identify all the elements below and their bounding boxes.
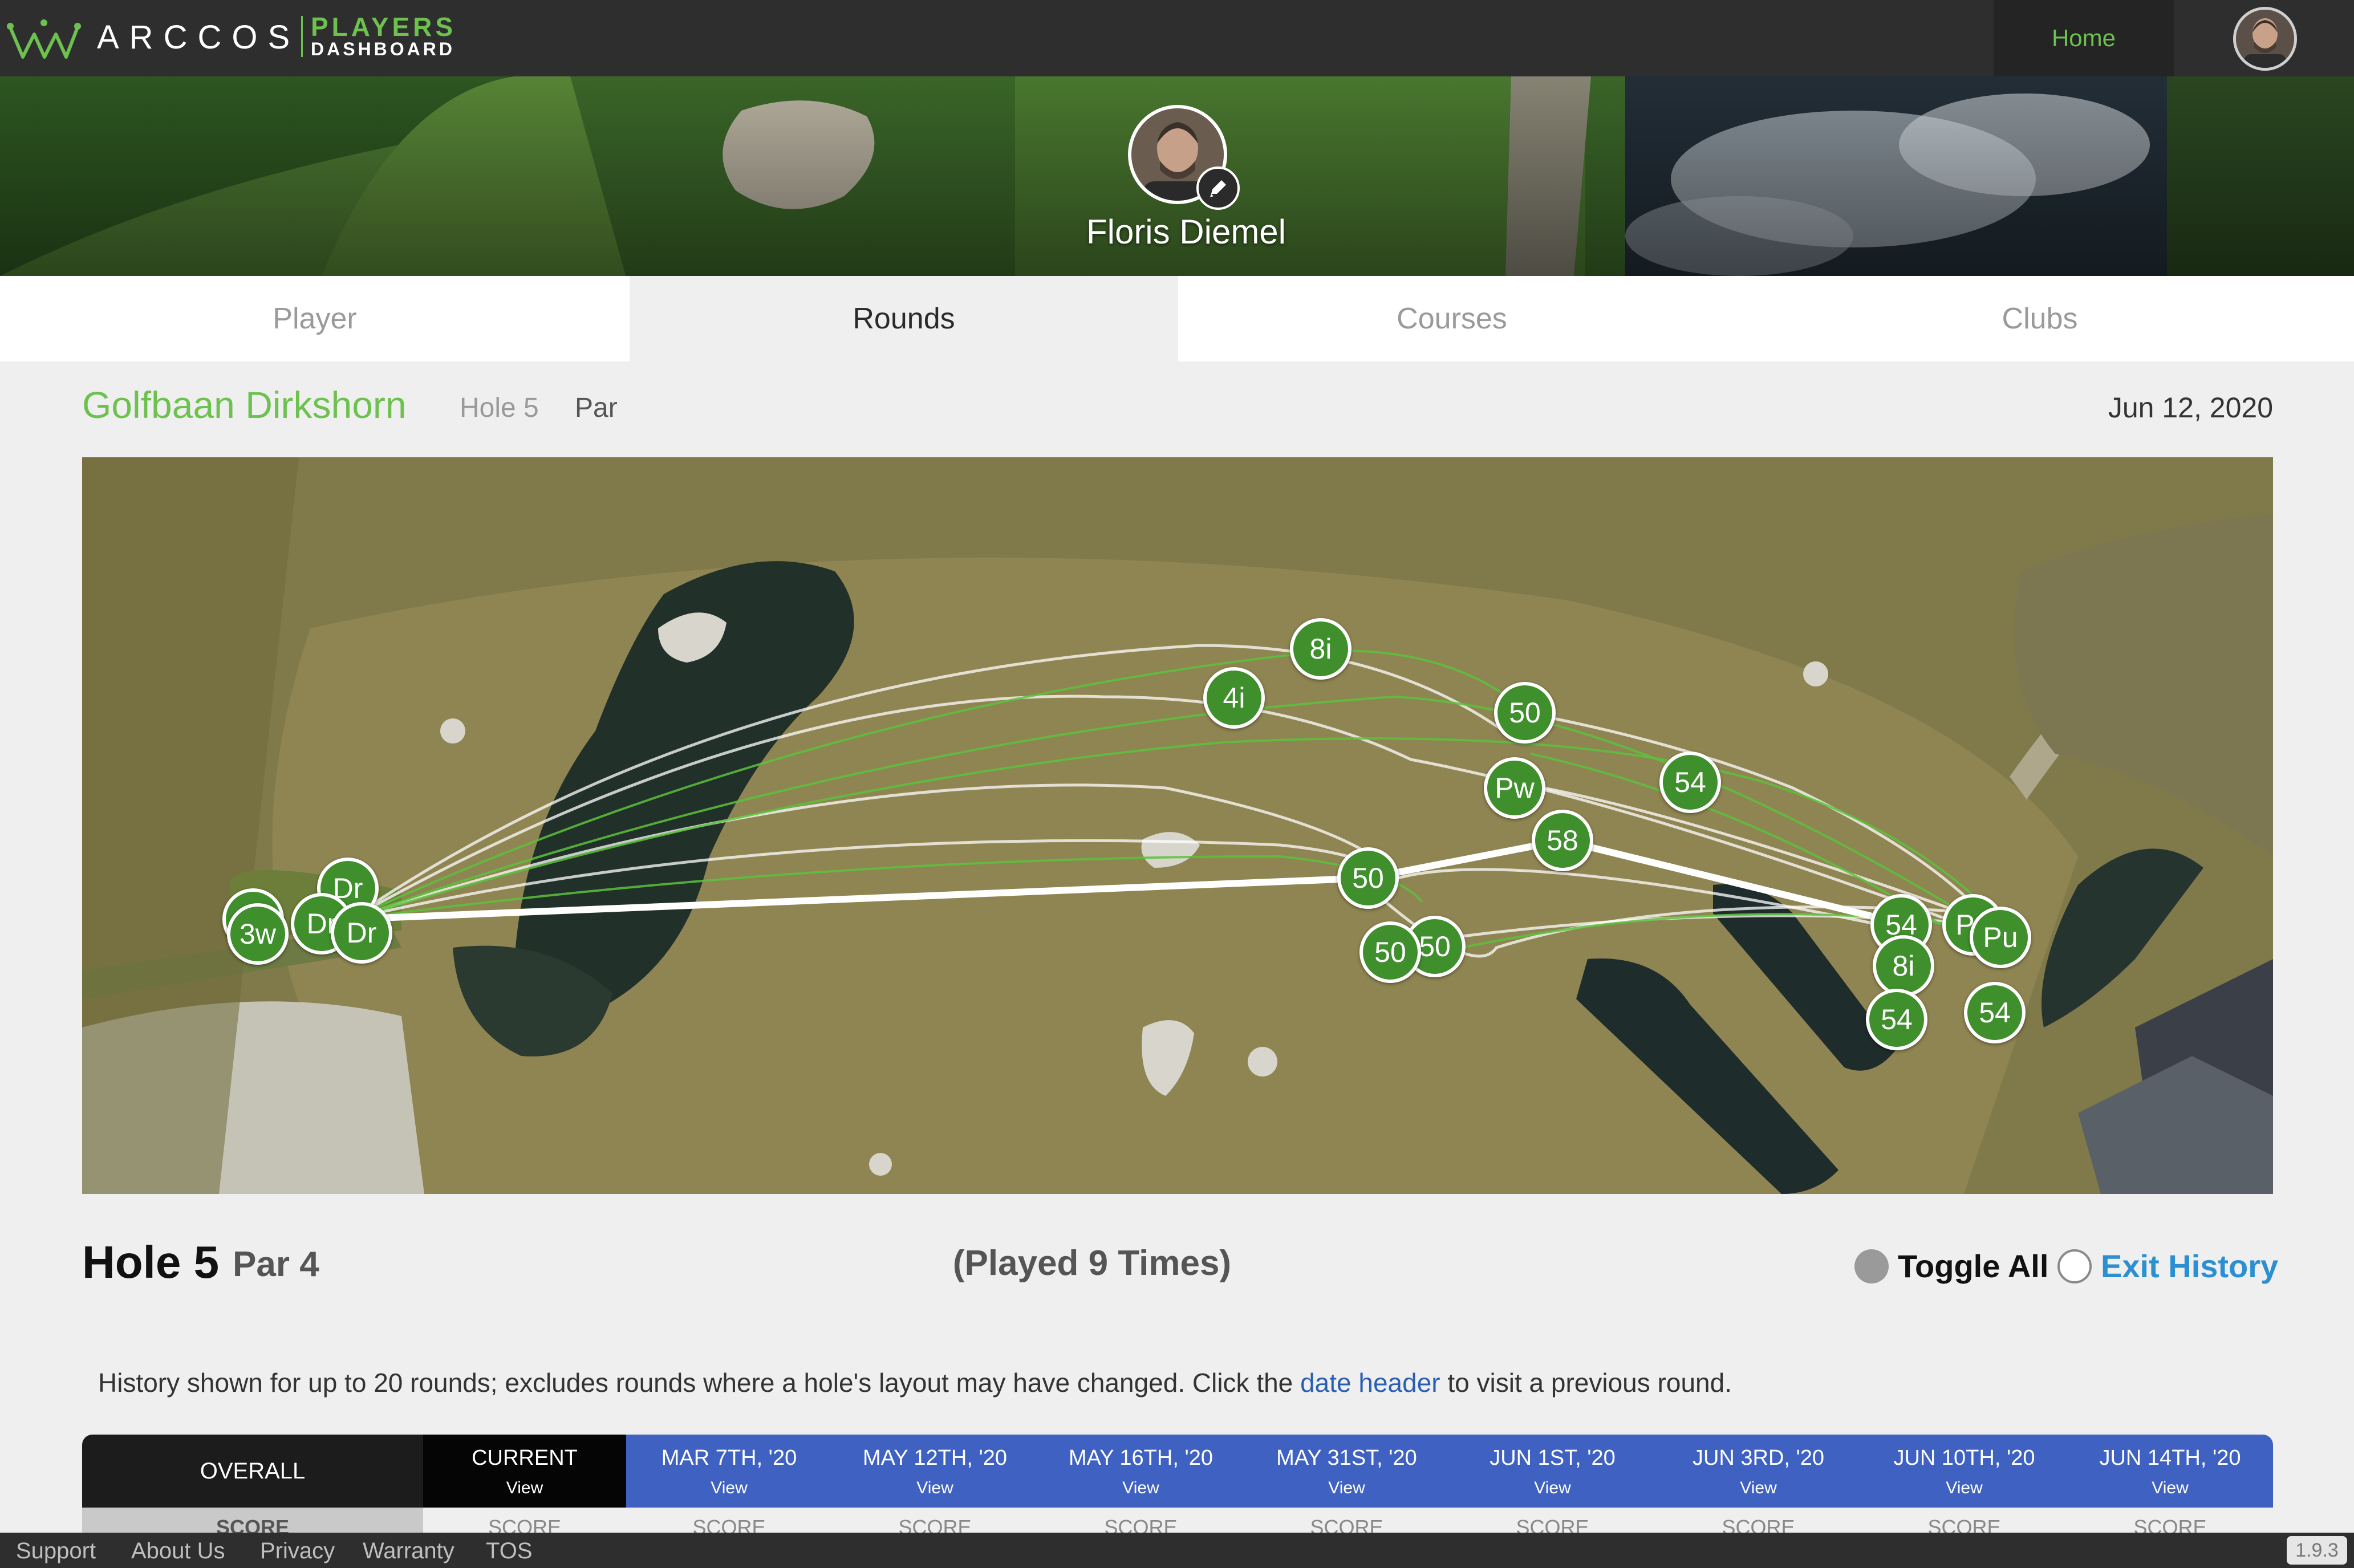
shot-marker[interactable]: 50 — [1337, 847, 1399, 909]
round-date-header[interactable]: MAY 31ST, '20 View — [1244, 1435, 1450, 1508]
round-date-header[interactable]: JUN 10TH, '20 View — [1861, 1435, 2067, 1508]
toggle-all-label[interactable]: Toggle All — [1898, 1248, 2048, 1285]
shot-marker[interactable]: Dr — [331, 902, 392, 964]
round-date-label[interactable]: MAR 7TH, '20 — [626, 1446, 832, 1470]
shot-marker[interactable]: 54 — [1866, 989, 1927, 1050]
round-date-header[interactable]: JUN 14TH, '20 View — [2067, 1435, 2273, 1508]
shot-marker[interactable]: Pu — [1970, 907, 2031, 968]
brand-product-subtitle: DASHBOARD — [311, 39, 455, 59]
overall-header: OVERALL — [82, 1435, 423, 1508]
shot-marker[interactable]: 8i — [1290, 618, 1351, 680]
round-date-label[interactable]: MAY 12TH, '20 — [832, 1446, 1038, 1470]
round-date-header[interactable]: MAR 7TH, '20 View — [626, 1435, 832, 1508]
footer-link-warranty[interactable]: Warranty — [363, 1538, 454, 1564]
round-view-link[interactable]: View — [1244, 1478, 1450, 1498]
round-date-label[interactable]: JUN 14TH, '20 — [2067, 1446, 2273, 1470]
round-view-link[interactable]: View — [1450, 1478, 1655, 1498]
score-cell: SCORE — [1104, 1516, 1178, 1535]
arccos-crown-logo-icon[interactable] — [7, 15, 81, 60]
round-date-label[interactable]: JUN 3RD, '20 — [1655, 1446, 1861, 1470]
shot-marker[interactable]: 8i — [1873, 935, 1934, 997]
toggle-all-radio-icon[interactable] — [1854, 1249, 1889, 1283]
date-header-link[interactable]: date header — [1300, 1368, 1440, 1398]
round-view-link[interactable]: View — [626, 1478, 832, 1498]
score-cell: SCORE — [1722, 1516, 1795, 1535]
round-date-label[interactable]: MAY 16TH, '20 — [1038, 1446, 1244, 1470]
round-view-link[interactable]: View — [1038, 1478, 1244, 1498]
round-date-header[interactable]: MAY 16TH, '20 View — [1038, 1435, 1244, 1508]
tab-clubs[interactable]: Clubs — [1726, 276, 2354, 361]
shot-marker[interactable]: Pw — [1484, 757, 1545, 819]
shot-marker[interactable]: 4i — [1203, 667, 1265, 729]
shot-marker[interactable]: 3w — [227, 903, 289, 965]
hole-par: Par 4 — [233, 1245, 319, 1284]
top-navigation-bar: ARCCOS PLAYERS DASHBOARD Home — [0, 0, 2354, 76]
history-note-text: History shown for up to 20 rounds; exclu… — [98, 1368, 1301, 1398]
round-date-header[interactable]: JUN 3RD, '20 View — [1655, 1435, 1861, 1508]
tab-rounds[interactable]: Rounds — [630, 276, 1178, 361]
version-badge: 1.9.3 — [2287, 1536, 2347, 1565]
round-date-label[interactable]: JUN 10TH, '20 — [1861, 1446, 2067, 1470]
history-table: OVERALL CURRENT View MAR 7TH, '20 View M… — [82, 1435, 2273, 1535]
score-row-label: SCORE — [82, 1508, 423, 1535]
round-view-link[interactable]: View — [1861, 1478, 2067, 1498]
home-nav-link[interactable]: Home — [1994, 0, 2174, 76]
hole-title: Hole 5 — [82, 1237, 220, 1287]
footer-link-tos[interactable]: TOS — [486, 1538, 533, 1564]
footer-link-about[interactable]: About Us — [131, 1538, 225, 1564]
shot-marker[interactable]: 54 — [1964, 982, 2026, 1043]
footer-link-privacy[interactable]: Privacy — [260, 1538, 335, 1564]
user-avatar-photo — [2236, 10, 2294, 68]
brand-name: ARCCOS — [97, 19, 301, 56]
round-view-link[interactable]: View — [2067, 1478, 2273, 1498]
round-date-label[interactable]: JUN 1ST, '20 — [1450, 1446, 1655, 1470]
round-date-header[interactable]: MAY 12TH, '20 View — [832, 1435, 1038, 1508]
played-count: (Played 9 Times) — [952, 1244, 1232, 1283]
round-view-link[interactable]: View — [1655, 1478, 1861, 1498]
shot-marker[interactable]: 50 — [1494, 682, 1556, 744]
score-cell: SCORE — [1516, 1516, 1589, 1535]
brand-divider — [301, 16, 303, 57]
score-cell: SCORE — [898, 1516, 972, 1535]
round-date-header[interactable]: JUN 1ST, '20 View — [1450, 1435, 1655, 1508]
exit-history-link[interactable]: Exit History — [2101, 1248, 2278, 1285]
score-cell: SCORE — [692, 1516, 766, 1535]
round-date-label[interactable]: MAY 31ST, '20 — [1244, 1446, 1450, 1470]
footer-bar: Support About Us Privacy Warranty TOS — [0, 1533, 2354, 1568]
user-avatar[interactable] — [2233, 7, 2297, 71]
player-name: Floris Diemel — [1086, 213, 1286, 251]
current-round-header[interactable]: CURRENT View — [423, 1435, 626, 1508]
course-name[interactable]: Golfbaan Dirkshorn — [82, 383, 407, 426]
score-cell: SCORE — [2133, 1516, 2207, 1535]
history-note: History shown for up to 20 rounds; exclu… — [98, 1367, 1732, 1398]
shot-marker[interactable]: 54 — [1659, 751, 1721, 813]
shot-marker[interactable]: 50 — [1359, 921, 1421, 983]
par-label: Par — [575, 393, 618, 423]
current-round-label: CURRENT — [472, 1446, 578, 1470]
score-cell: SCORE — [488, 1516, 562, 1535]
score-cell: SCORE — [1310, 1516, 1383, 1535]
hole-shot-map[interactable]: 8i 4i 50 Pw 54 58 50 50 50 54 8i 54 Pu P… — [82, 457, 2273, 1194]
toggle-all-control[interactable]: Toggle All — [1854, 1248, 2048, 1285]
score-cell: SCORE — [1927, 1516, 2001, 1535]
round-view-link[interactable]: View — [832, 1478, 1038, 1498]
history-note-text-end: to visit a previous round. — [1440, 1368, 1732, 1398]
exit-history-control[interactable]: Exit History — [2057, 1248, 2278, 1285]
tab-courses[interactable]: Courses — [1178, 276, 1726, 361]
footer-link-support[interactable]: Support — [16, 1538, 96, 1564]
round-date: Jun 12, 2020 — [2108, 392, 2273, 424]
hole-aerial-map — [82, 457, 2273, 1194]
section-tabs: Player Rounds Courses Clubs — [0, 276, 2354, 361]
hole-label: Hole 5 — [460, 393, 539, 423]
exit-history-radio-icon[interactable] — [2057, 1249, 2092, 1283]
brand-product-title: PLAYERS — [311, 12, 457, 42]
current-round-view-link[interactable]: View — [423, 1478, 626, 1498]
tab-player[interactable]: Player — [0, 276, 630, 361]
shot-marker[interactable]: 58 — [1532, 810, 1593, 871]
edit-profile-pencil-icon[interactable] — [1196, 166, 1240, 210]
